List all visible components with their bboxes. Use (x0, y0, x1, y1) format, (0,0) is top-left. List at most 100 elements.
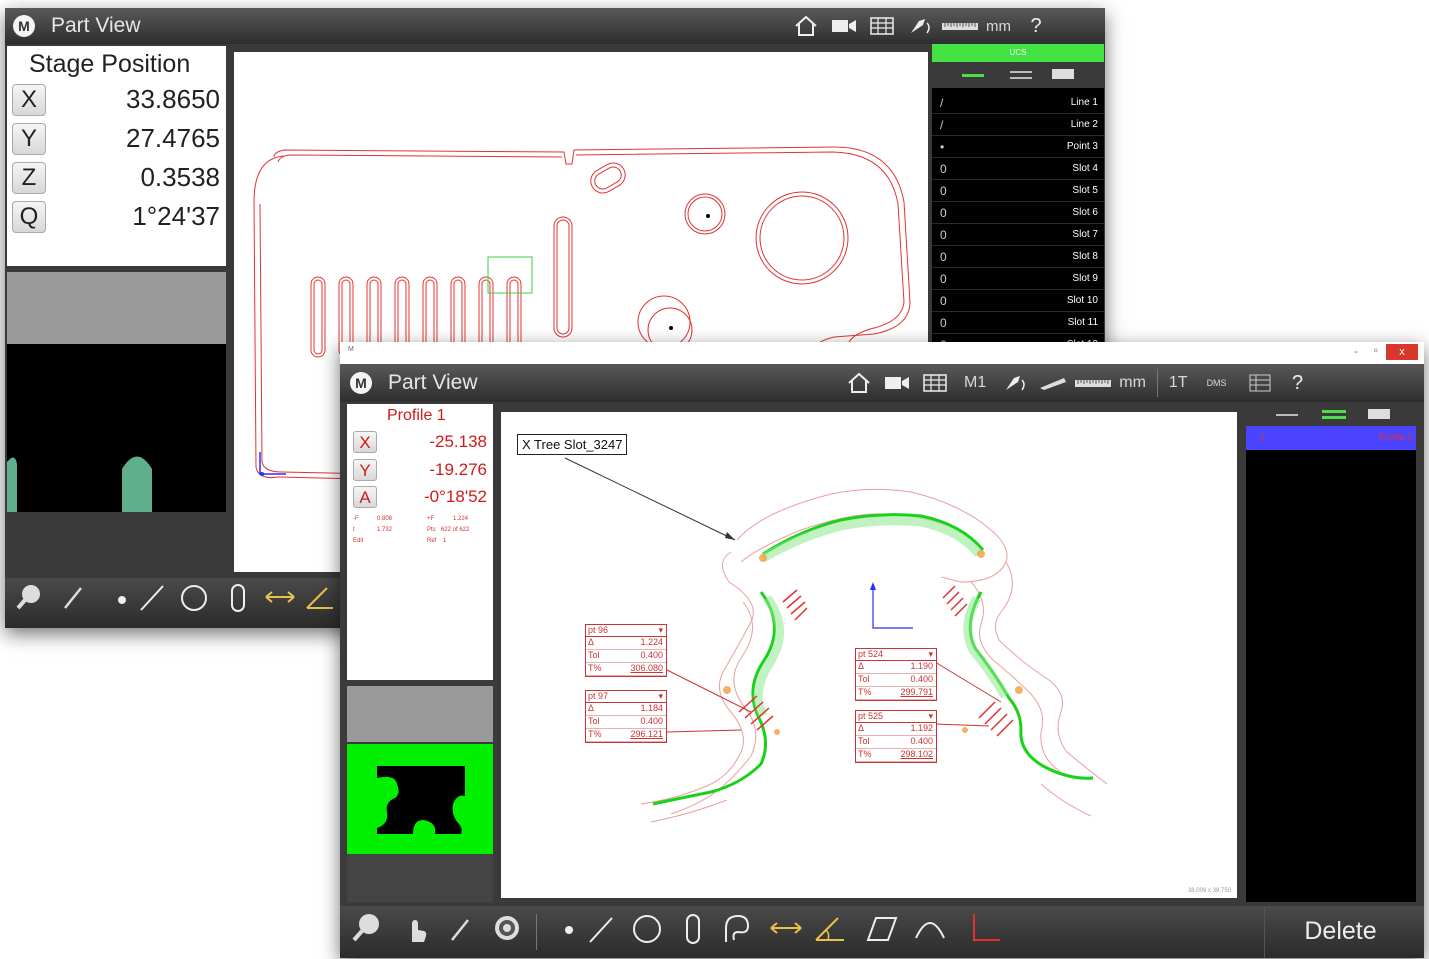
camera-feed-image (7, 456, 152, 512)
units-label[interactable]: mm (981, 18, 1016, 35)
touch-icon[interactable] (398, 912, 432, 957)
axis-y-button[interactable]: Y (353, 459, 377, 481)
camera-icon[interactable] (825, 11, 863, 41)
line-tool-icon[interactable] (584, 912, 618, 957)
axis-x-button[interactable]: X (353, 431, 377, 453)
callout-header: pt 525 ▾ (856, 711, 936, 723)
dms-label[interactable]: DMS (1193, 378, 1241, 388)
axis-x-value: 33.8650 (126, 84, 220, 114)
point-tool-icon[interactable] (552, 912, 586, 957)
double-line-tab[interactable] (1010, 71, 1032, 73)
m1-label[interactable]: M1 (954, 374, 996, 392)
callout-header: pt 524 ▾ (856, 649, 936, 661)
axis-x-button[interactable]: X (12, 84, 46, 116)
ruler-icon[interactable] (939, 11, 981, 41)
close-button[interactable]: x (1386, 344, 1418, 360)
point-tool-icon[interactable] (105, 582, 139, 625)
axis-y-value: -19.276 (429, 460, 487, 479)
row-value: 1.224 (640, 637, 663, 647)
help-button[interactable]: ? (1016, 11, 1056, 41)
target-icon[interactable] (490, 912, 524, 957)
callout-close-icon[interactable]: ▾ (658, 691, 663, 702)
callout-row-delta: Δ 1.190 (856, 661, 936, 674)
callout-pt-525[interactable]: pt 525 ▾ Δ 1.192 Tol 0.400 T% 298.102 (855, 710, 937, 763)
callout-close-icon[interactable]: ▾ (658, 625, 663, 636)
camera-icon[interactable] (878, 368, 916, 398)
feature-list-item[interactable]: 0 Slot 5 (932, 180, 1104, 202)
callout-close-icon[interactable]: ▾ (928, 649, 933, 660)
list-view-icon[interactable] (1241, 368, 1279, 398)
probe-tool-icon[interactable] (57, 582, 91, 625)
row-label: Tol (588, 650, 600, 660)
home-icon[interactable] (840, 368, 878, 398)
distance-tool-icon[interactable] (263, 582, 297, 625)
feature-item-number: 1 (1260, 432, 1266, 442)
grid-icon[interactable] (863, 11, 901, 41)
feature-list-item[interactable]: 0 Slot 8 (932, 246, 1104, 268)
feature-list-item[interactable]: 0 Slot 4 (932, 158, 1104, 180)
axis-y-button[interactable]: Y (12, 123, 46, 155)
single-line-tab[interactable] (962, 74, 984, 77)
zoom-icon[interactable] (13, 582, 47, 625)
feature-list-item[interactable]: 0 Slot 10 (932, 290, 1104, 312)
probe-icon[interactable] (996, 368, 1034, 398)
ruler-icon[interactable] (1072, 368, 1114, 398)
home-icon[interactable] (787, 11, 825, 41)
arc-tool-icon[interactable] (912, 912, 946, 957)
detail-label: -F (353, 516, 359, 522)
line-tool-icon[interactable] (135, 582, 169, 625)
axis-a-button[interactable]: A (353, 486, 377, 508)
camera-view (347, 744, 493, 854)
tolerance-label[interactable]: 1T (1164, 374, 1193, 392)
probe-icon[interactable] (901, 11, 939, 41)
single-line-tab[interactable] (1276, 414, 1298, 416)
feature-list-item[interactable]: 0 Slot 9 (932, 268, 1104, 290)
window-title: Part View (388, 371, 478, 394)
zoom-icon[interactable] (350, 912, 384, 957)
slot-tool-icon[interactable] (221, 582, 255, 627)
callout-pt-96[interactable]: pt 96 ▾ Δ 1.224 Tol 0.400 T% 306.080 (585, 624, 667, 677)
double-line-tab[interactable] (1322, 410, 1346, 413)
stylus-icon[interactable] (1034, 368, 1072, 398)
scale-readout: 38.009 x 38.750 (1187, 888, 1231, 894)
axis-z-button[interactable]: Z (12, 162, 46, 194)
feature-list-item[interactable]: 0 Slot 11 (932, 312, 1104, 334)
feature-list-item[interactable]: / Line 2 (932, 114, 1104, 136)
feature-list-panel: UCS / Line 1 / Line 2 • Point 3 0 Slot 4 0 Slot 5… (932, 44, 1104, 356)
callout-pt-524[interactable]: pt 524 ▾ Δ 1.190 Tol 0.400 T% 299.791 (855, 648, 937, 701)
circle-tool-icon[interactable] (177, 582, 211, 627)
circle-tool-icon[interactable] (630, 912, 664, 959)
feature-list-item[interactable]: • Point 3 (932, 136, 1104, 158)
feature-list-item[interactable]: 0 Slot 6 (932, 202, 1104, 224)
profile-canvas[interactable]: X Tree Slot_3247 pt 96 ▾ Δ 1.224 Tol 0.400 … (501, 412, 1237, 898)
block-tab[interactable] (1052, 69, 1074, 79)
restore-button[interactable]: ▫ (1374, 343, 1378, 357)
feature-list-item[interactable]: / Line 1 (932, 92, 1104, 114)
grid-icon[interactable] (916, 368, 954, 398)
units-label[interactable]: mm (1114, 374, 1151, 392)
feature-label-box[interactable]: X Tree Slot_3247 (517, 434, 628, 455)
axis-q-button[interactable]: Q (12, 201, 46, 233)
callout-row-tpct: T% 306.080 (586, 663, 666, 676)
profile-tool-icon[interactable] (718, 912, 752, 959)
callout-close-icon[interactable]: ▾ (928, 711, 933, 722)
parallelogram-tool-icon[interactable] (864, 912, 898, 957)
distance-tool-icon[interactable] (768, 912, 802, 957)
callout-pt-97[interactable]: pt 97 ▾ Δ 1.184 Tol 0.400 T% 296.121 (585, 690, 667, 743)
ucs-header[interactable]: UCS (932, 44, 1104, 62)
feature-item-profile-1[interactable]: 1 Profile 1 (1246, 426, 1416, 450)
help-button[interactable]: ? (1279, 368, 1317, 398)
double-line-tab-b (1010, 77, 1032, 79)
angle-tool-icon[interactable] (303, 582, 337, 625)
angle-tool-icon[interactable] (812, 912, 846, 957)
detail-label: Pts (427, 527, 436, 533)
row-value: 298.102 (900, 749, 933, 759)
axis-tool-icon[interactable] (966, 912, 1000, 957)
block-tab[interactable] (1368, 409, 1390, 419)
slot-tool-icon[interactable] (676, 912, 710, 959)
minimize-button[interactable]: - (1354, 344, 1358, 358)
probe-tool-icon[interactable] (444, 912, 478, 957)
feature-list-item[interactable]: 0 Slot 7 (932, 224, 1104, 246)
delete-button[interactable]: Delete (1264, 906, 1416, 958)
app-logo: M (13, 15, 35, 37)
